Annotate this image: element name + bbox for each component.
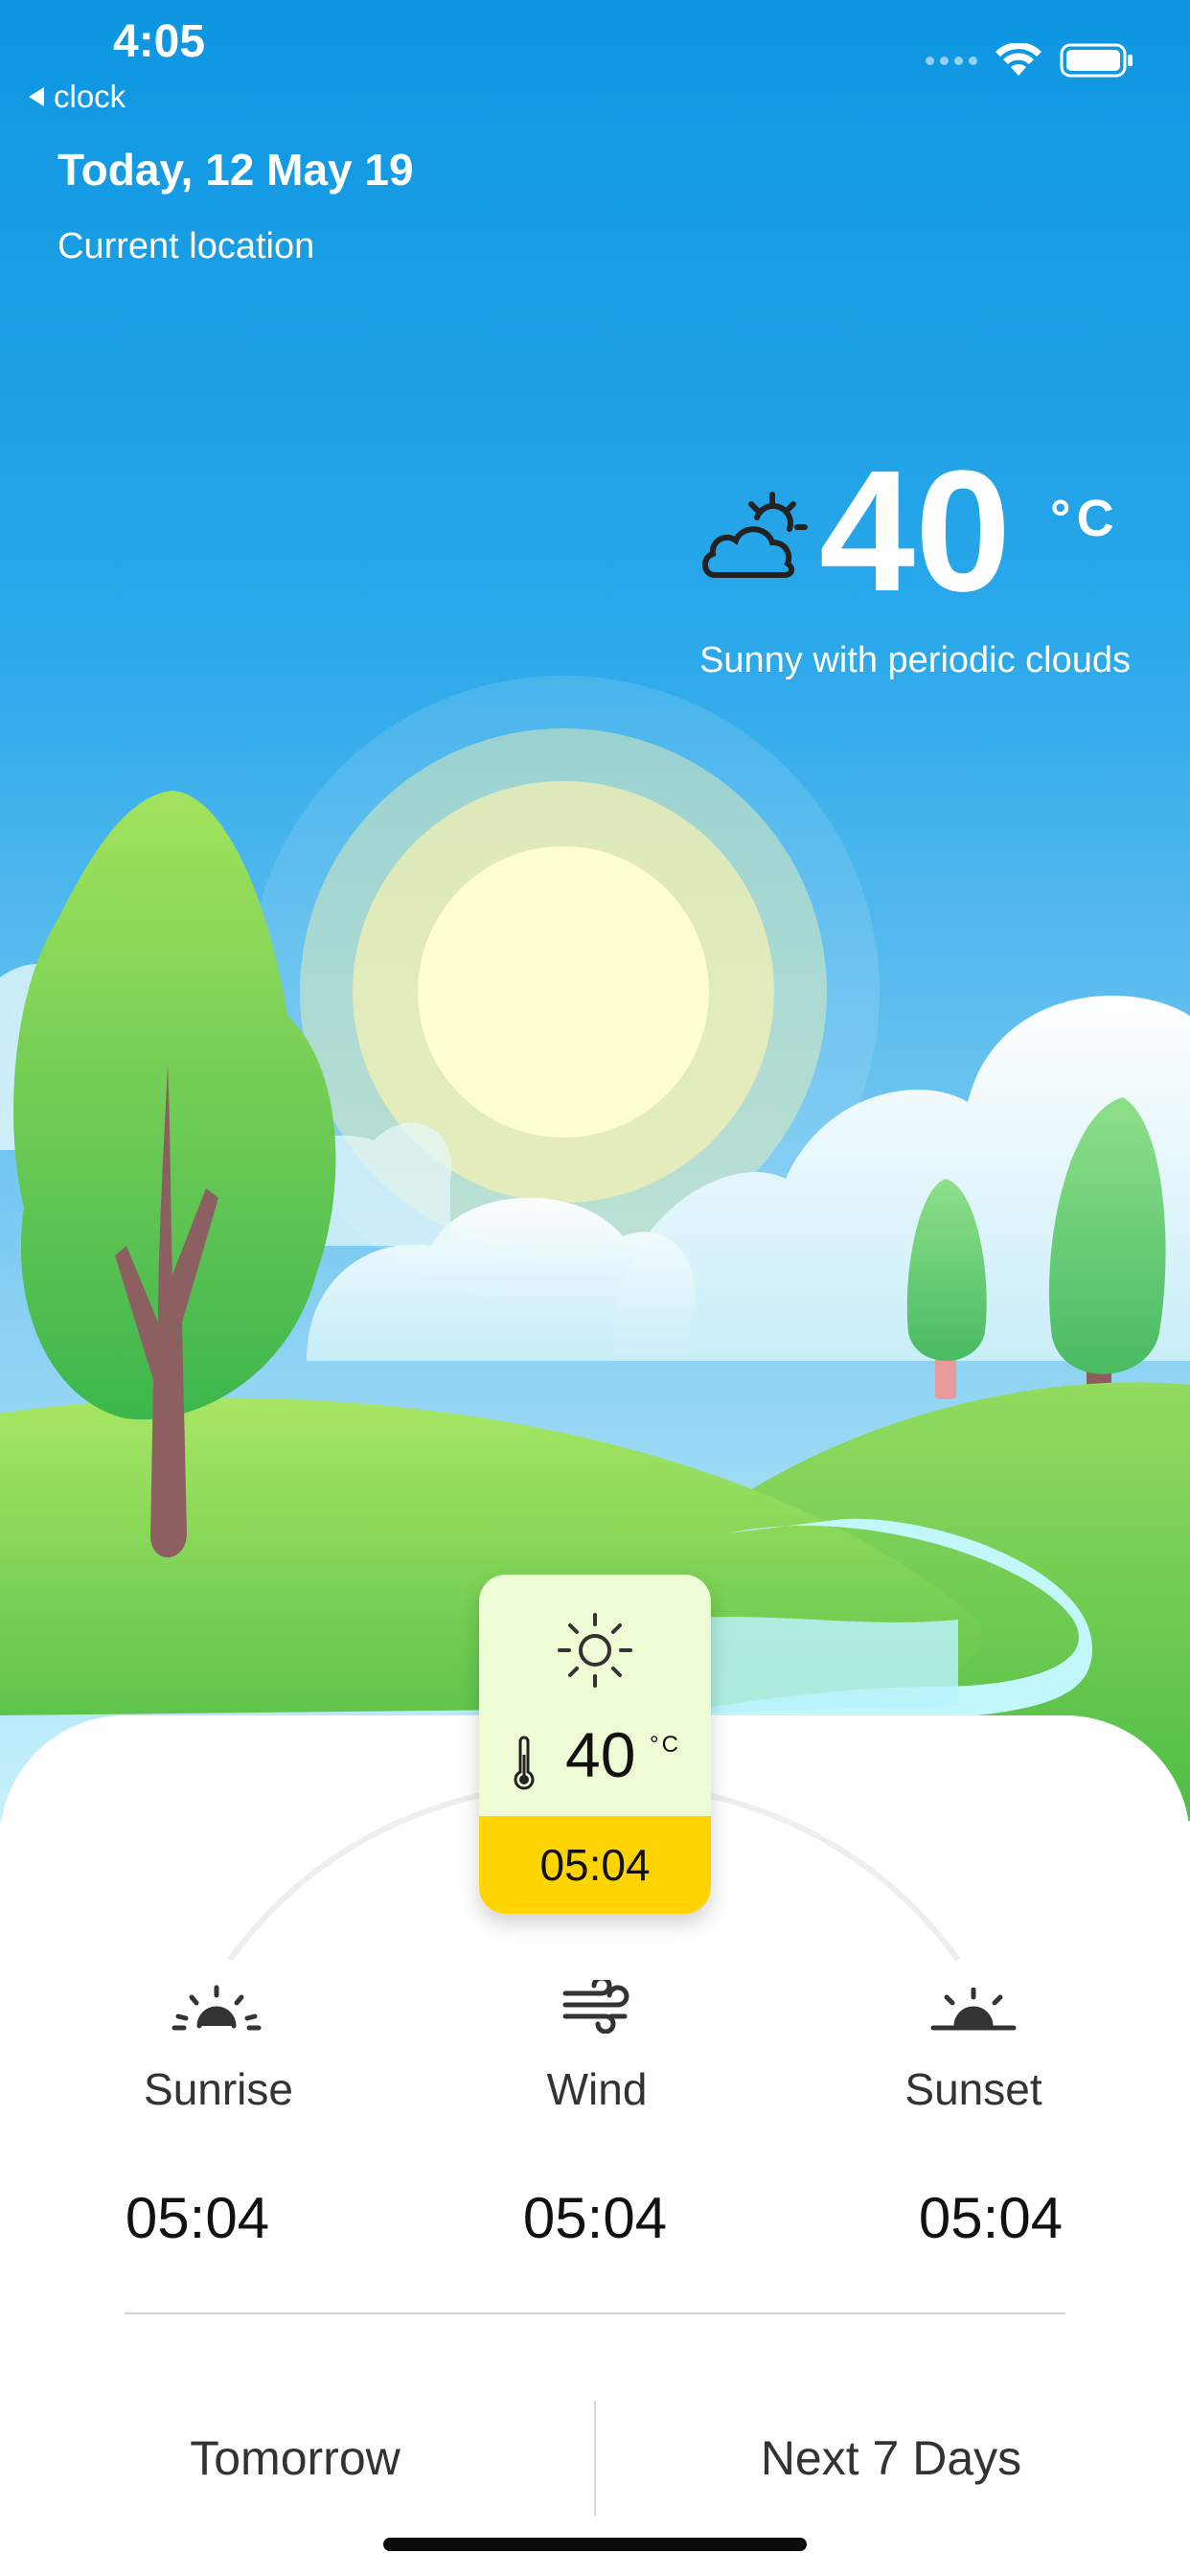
tab-tomorrow[interactable]: Tomorrow — [94, 2430, 496, 2486]
tab-next-7-days[interactable]: Next 7 Days — [690, 2430, 1092, 2486]
location-label[interactable]: Current location — [57, 226, 314, 267]
sunrise-label: Sunrise — [144, 2064, 293, 2114]
status-icons — [926, 42, 1134, 79]
back-to-app-button[interactable]: clock — [29, 79, 126, 115]
sun-icon — [558, 1613, 632, 1688]
sunset-label: Sunset — [904, 2064, 1042, 2114]
weather-condition: Sunny with periodic clouds — [699, 640, 1131, 680]
current-temperature: 40 — [819, 435, 1012, 628]
sunset-icon — [930, 1988, 1017, 2031]
wind-label: Wind — [546, 2064, 648, 2114]
divider — [125, 2312, 1065, 2314]
card-temperature-unit: °C — [650, 1732, 681, 1758]
thermometer-icon — [514, 1736, 535, 1790]
wifi-icon — [995, 43, 1041, 76]
card-time: 05:04 — [479, 1816, 711, 1914]
card-temperature: 40 — [565, 1719, 636, 1790]
signal-icon — [926, 56, 977, 65]
temperature-unit: °C — [1050, 490, 1120, 547]
home-indicator[interactable] — [383, 2538, 807, 2551]
wind-icon — [562, 1980, 629, 2034]
sunset-value: 05:04 — [918, 2186, 1064, 2250]
partly-cloudy-icon — [702, 492, 808, 578]
sunrise-icon — [172, 1985, 262, 2031]
status-time: 4:05 — [113, 16, 206, 67]
weather-screen: 4:05 clock Today, 12 May 19 Current loca… — [0, 0, 1190, 2576]
battery-icon — [1060, 43, 1133, 78]
tab-separator — [594, 2401, 596, 2516]
back-arrow-icon — [29, 87, 44, 106]
back-app-label: clock — [54, 79, 126, 114]
wind-value: 05:04 — [522, 2186, 668, 2250]
hourly-card[interactable]: 40 °C 05:04 — [479, 1575, 711, 1914]
sunrise-value: 05:04 — [125, 2186, 270, 2250]
date-title: Today, 12 May 19 — [57, 145, 414, 195]
